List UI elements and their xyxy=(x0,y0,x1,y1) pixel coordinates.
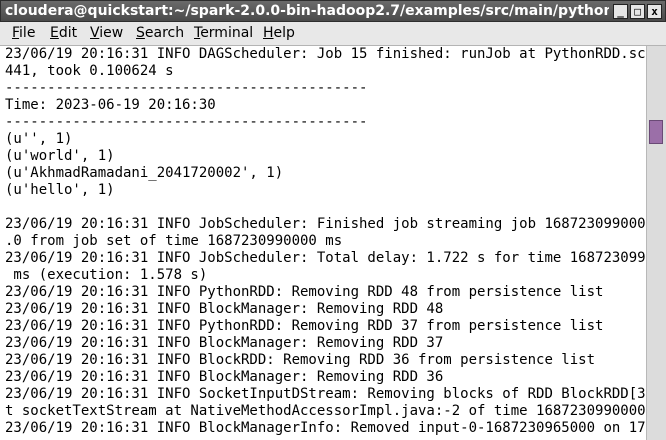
menu-help[interactable]: Help xyxy=(263,25,295,42)
terminal-line: Time: 2023-06-19 20:16:30 xyxy=(5,97,216,113)
terminal-line: 23/06/19 20:16:31 INFO PythonRDD: Removi… xyxy=(5,318,604,334)
terminal-line: 441, took 0.100624 s xyxy=(5,63,174,79)
terminal-line: (u'AkhmadRamadani_2041720002', 1) xyxy=(5,165,284,181)
menu-terminal[interactable]: Terminal xyxy=(194,25,253,42)
terminal-line: (u'', 1) xyxy=(5,131,73,147)
menu-edit[interactable]: Edit xyxy=(50,25,77,42)
menu-search-mnemonic: S xyxy=(136,25,145,41)
menu-file[interactable]: File xyxy=(12,25,35,42)
minimize-button[interactable]: _ xyxy=(613,4,628,19)
terminal-line: 23/06/19 20:16:31 INFO BlockRDD: Removin… xyxy=(5,352,596,368)
terminal-line: 23/06/19 20:16:31 INFO SocketInputDStrea… xyxy=(5,386,646,402)
menu-file-mnemonic: F xyxy=(12,25,20,41)
menu-view-label: iew xyxy=(99,25,124,41)
terminal-line: ----------------------------------------… xyxy=(5,114,368,130)
terminal-line: 23/06/19 20:16:31 INFO DAGScheduler: Job… xyxy=(5,46,646,62)
terminal-line: 23/06/19 20:16:31 INFO BlockManager: Rem… xyxy=(5,301,444,317)
menu-edit-mnemonic: E xyxy=(50,25,59,41)
menu-view-mnemonic: V xyxy=(90,25,100,41)
terminal-line: 23/06/19 20:16:31 INFO PythonRDD: Removi… xyxy=(5,284,604,300)
menu-edit-label: dit xyxy=(58,25,78,41)
menu-search[interactable]: Search xyxy=(136,25,184,42)
terminal-line: 23/06/19 20:16:31 INFO JobScheduler: Fin… xyxy=(5,216,646,232)
menu-file-label: ile xyxy=(19,25,36,41)
terminal-output[interactable]: 23/06/19 20:16:31 INFO DAGScheduler: Job… xyxy=(0,46,646,440)
menu-view[interactable]: View xyxy=(90,25,123,42)
terminal-line: (u'hello', 1) xyxy=(5,182,115,198)
scrollbar-thumb[interactable] xyxy=(649,120,663,144)
vertical-scrollbar[interactable] xyxy=(646,46,666,440)
menu-search-label: earch xyxy=(144,25,185,41)
terminal-line: .0 from job set of time 1687230990000 ms xyxy=(5,233,343,249)
terminal-line: 23/06/19 20:16:31 INFO JobScheduler: Tot… xyxy=(5,250,646,266)
window-title: cloudera@quickstart:~/spark-2.0.0-bin-ha… xyxy=(5,3,609,19)
terminal-line: ----------------------------------------… xyxy=(5,80,368,96)
terminal-line: 23/06/19 20:16:31 INFO BlockManagerInfo:… xyxy=(5,420,646,436)
terminal-line: ms (execution: 1.578 s) xyxy=(5,267,208,283)
menu-help-mnemonic: H xyxy=(263,25,274,41)
close-button[interactable]: x xyxy=(647,4,662,19)
title-bar[interactable]: cloudera@quickstart:~/spark-2.0.0-bin-ha… xyxy=(0,0,666,22)
terminal-line: 23/06/19 20:16:31 INFO BlockManager: Rem… xyxy=(5,369,444,385)
menu-help-label: elp xyxy=(273,25,295,41)
terminal-line: 23/06/19 20:16:31 INFO BlockManager: Rem… xyxy=(5,335,444,351)
menu-terminal-label: erminal xyxy=(200,25,254,41)
terminal-line: t socketTextStream at NativeMethodAccess… xyxy=(5,403,646,419)
terminal-line: (u'world', 1) xyxy=(5,148,115,164)
menu-bar: File Edit View Search Terminal Help xyxy=(0,22,666,46)
maximize-button[interactable]: □ xyxy=(630,4,645,19)
